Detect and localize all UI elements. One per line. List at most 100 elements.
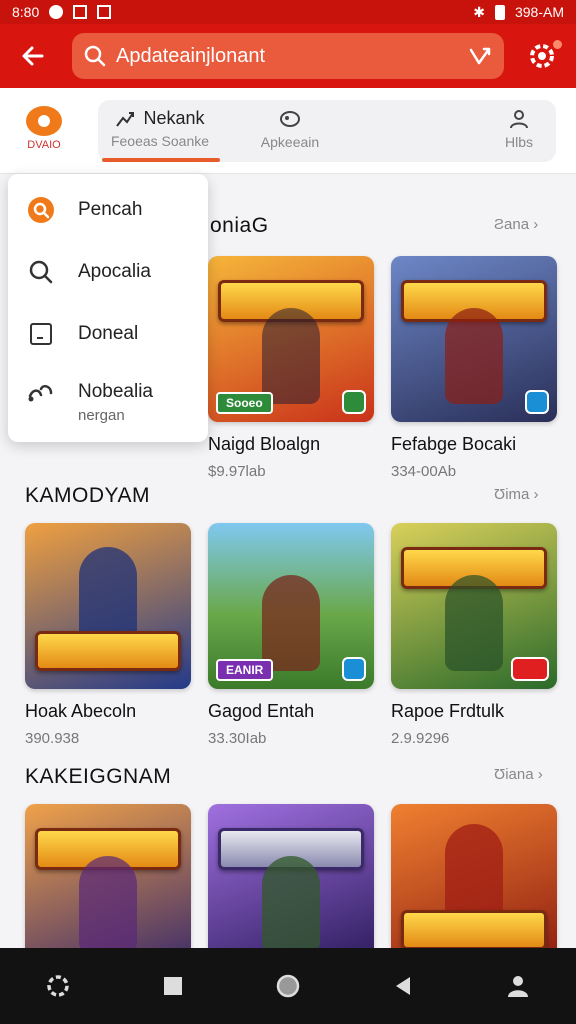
game-card[interactable] bbox=[391, 804, 557, 970]
menu-item-label: Apocalia bbox=[78, 261, 151, 282]
document-icon bbox=[26, 319, 56, 349]
check-icon bbox=[342, 390, 366, 414]
notification-dot-icon bbox=[49, 5, 64, 19]
status-bar: 8:80 ✱ 398-AM bbox=[0, 0, 576, 24]
game-card[interactable] bbox=[25, 804, 191, 970]
section-title: KAMODYAM bbox=[25, 484, 150, 507]
app-notification-icon bbox=[73, 5, 88, 19]
section-more-link[interactable]: Ʊima › bbox=[494, 486, 539, 503]
tab-hlbs[interactable]: Hlbs bbox=[488, 100, 550, 162]
gear-icon bbox=[46, 975, 69, 997]
game-name: Hoak Abecoln bbox=[25, 701, 137, 721]
character-art bbox=[445, 824, 503, 920]
search-icon bbox=[84, 45, 106, 67]
tag-icon bbox=[280, 111, 300, 127]
character-art bbox=[262, 856, 320, 952]
section-title: KAKEIGGNAM bbox=[25, 765, 172, 788]
tab-apkeeain[interactable]: Apkeeain bbox=[246, 100, 334, 162]
game-price: 2.9.9296 bbox=[391, 730, 450, 747]
game-card[interactable]: Sooeo Naigd Bloalgn $9.97lab bbox=[208, 256, 374, 480]
search-query: Apdateainjlonant bbox=[116, 44, 266, 67]
tab-nekank[interactable]: Nekank Feoeas Soanke bbox=[102, 100, 220, 162]
game-card[interactable]: Fefabge Bocaki 334-00Ab bbox=[391, 256, 557, 480]
bluetooth-icon: ✱ bbox=[473, 3, 485, 20]
game-card[interactable]: EANIR Gagod Entah 33.30Iab bbox=[208, 523, 374, 747]
search-badge-icon bbox=[26, 195, 56, 225]
character-art bbox=[445, 308, 503, 404]
game-logo bbox=[401, 910, 547, 950]
tabs-container: Nekank Feoeas Soanke Apkeeain Hlbs bbox=[98, 100, 556, 162]
rating-badge-icon bbox=[511, 657, 549, 681]
game-thumbnail bbox=[391, 256, 557, 422]
game-price: 334-00Ab bbox=[391, 463, 457, 480]
brand-logo-icon bbox=[26, 106, 62, 136]
game-thumbnail: Sooeo bbox=[208, 256, 374, 422]
nav-back-button[interactable] bbox=[383, 966, 423, 1006]
tab-sub-label: Hlbs bbox=[504, 134, 533, 150]
tab-label: Nekank bbox=[143, 108, 205, 128]
gear-badge-icon bbox=[525, 390, 549, 414]
game-logo bbox=[35, 631, 181, 671]
game-price: $9.97lab bbox=[208, 463, 266, 480]
app-bar: Apdateainjlonant bbox=[0, 24, 576, 88]
section-more-link[interactable]: Ʊiana › bbox=[494, 766, 543, 783]
character-art bbox=[445, 575, 503, 671]
menu-item-apocalia[interactable]: Apocalia bbox=[8, 242, 208, 302]
notification-badge bbox=[553, 40, 562, 49]
search-input[interactable]: Apdateainjlonant bbox=[72, 33, 504, 79]
menu-item-label: Doneal bbox=[78, 323, 139, 344]
game-thumbnail bbox=[208, 804, 374, 970]
chart-up-icon bbox=[116, 111, 135, 127]
search-icon bbox=[26, 257, 56, 287]
recents-square-icon bbox=[163, 977, 182, 995]
game-thumbnail bbox=[391, 523, 557, 689]
system-nav-bar bbox=[0, 948, 576, 1024]
game-name: Naigd Bloalgn bbox=[208, 434, 321, 454]
back-arrow-icon bbox=[22, 46, 44, 66]
app-notification-icon-2 bbox=[97, 5, 112, 19]
voice-icon[interactable] bbox=[468, 46, 492, 66]
game-card[interactable] bbox=[208, 804, 374, 970]
gear-badge-icon bbox=[342, 657, 366, 681]
brand[interactable]: DVAIO bbox=[22, 106, 66, 151]
settings-button[interactable] bbox=[524, 38, 562, 74]
game-card[interactable]: Rapoe Frdtulk 2.9.9296 bbox=[391, 523, 557, 747]
tab-sub-label: Feoeas Soanke bbox=[110, 133, 210, 149]
character-art bbox=[262, 308, 320, 404]
menu-item-label: Nobealia bbox=[78, 380, 153, 402]
tab-strip: DVAIO Nekank Feoeas Soanke Apkeeain Hlbs bbox=[0, 88, 576, 174]
game-thumbnail bbox=[25, 804, 191, 970]
tab-sub-label: Apkeeain bbox=[260, 134, 320, 150]
game-price: 33.30Iab bbox=[208, 730, 267, 747]
menu-item-nobealia[interactable]: Nobealia nergan bbox=[8, 366, 208, 434]
character-art bbox=[79, 856, 137, 952]
nav-profile-button[interactable] bbox=[498, 966, 538, 1006]
back-button[interactable] bbox=[14, 37, 52, 75]
menu-item-doneal[interactable]: Doneal bbox=[8, 304, 208, 364]
menu-item-pencah[interactable]: Pencah bbox=[8, 180, 208, 240]
section-title: oniaG bbox=[210, 214, 269, 237]
nav-assistant-button[interactable] bbox=[38, 966, 78, 1006]
game-card[interactable]: Hoak Abecoln 390.938 bbox=[25, 523, 191, 747]
nav-home-button[interactable] bbox=[268, 966, 308, 1006]
game-name: Rapoe Frdtulk bbox=[391, 701, 505, 721]
connect-icon bbox=[26, 377, 56, 407]
nav-recents-button[interactable] bbox=[153, 966, 193, 1006]
menu-item-sublabel: nergan bbox=[78, 406, 125, 424]
brand-label: DVAIO bbox=[27, 139, 61, 151]
character-art bbox=[79, 547, 137, 643]
back-triangle-icon bbox=[396, 977, 411, 995]
clock: 8:80 bbox=[12, 4, 40, 20]
game-badge: EANIR bbox=[216, 659, 274, 681]
section-more-link[interactable]: Ƨana › bbox=[494, 216, 538, 233]
game-badge: Sooeo bbox=[216, 392, 273, 414]
status-time-right: 398-AM bbox=[514, 4, 564, 20]
menu-item-label: Pencah bbox=[78, 199, 143, 220]
battery-icon bbox=[494, 4, 505, 20]
game-name: Fefabge Bocaki bbox=[391, 434, 517, 454]
home-circle-icon bbox=[276, 974, 300, 998]
user-icon bbox=[508, 976, 529, 997]
game-name: Gagod Entah bbox=[208, 701, 315, 721]
game-thumbnail bbox=[25, 523, 191, 689]
game-thumbnail: EANIR bbox=[208, 523, 374, 689]
